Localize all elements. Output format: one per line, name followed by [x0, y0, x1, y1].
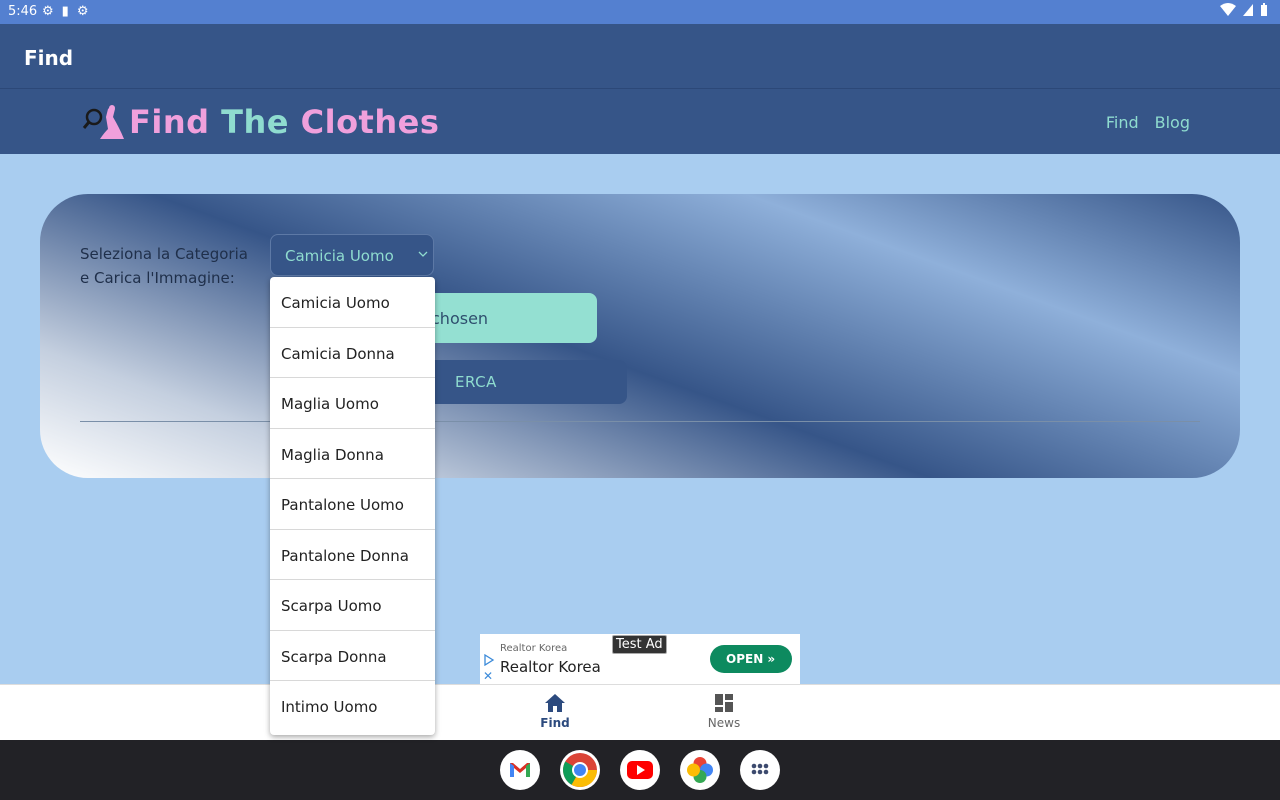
app-bar: Find — [0, 24, 1280, 88]
signal-icon — [1243, 4, 1253, 16]
home-icon — [545, 694, 565, 712]
dropdown-option[interactable]: Pantalone Uomo — [270, 479, 435, 530]
logo-word-clothes: Clothes — [300, 103, 440, 141]
app-drawer-icon[interactable] — [740, 750, 780, 790]
status-icons-right — [1220, 3, 1268, 17]
dropdown-option[interactable]: Intimo Uomo — [270, 681, 435, 732]
ad-open-button[interactable]: OPEN » — [710, 645, 792, 673]
search-card: Seleziona la Categoria e Carica l'Immagi… — [40, 194, 1240, 478]
settings-gear-icon: ⚙ — [76, 4, 89, 19]
status-icons-left: ⚙ ▮ ⚙ — [42, 4, 88, 19]
taskbar — [0, 740, 1280, 800]
site-header: Find The Clothes Find Blog — [0, 88, 1280, 154]
sd-card-icon: ▮ — [61, 4, 69, 19]
status-bar: 5:46 ⚙ ▮ ⚙ — [0, 0, 1280, 24]
category-dropdown: Camicia Uomo Camicia Donna Maglia Uomo M… — [270, 277, 435, 735]
category-label-line1: Seleziona la Categoria — [80, 245, 248, 263]
logo-word-find: Find — [129, 103, 210, 141]
category-select-value: Camicia Uomo — [285, 247, 394, 265]
category-label-line2: e Carica l'Immagine: — [80, 269, 235, 287]
nav-link-find[interactable]: Find — [1106, 113, 1139, 132]
bottom-nav-news-label: News — [707, 716, 741, 730]
logo-word-the: The — [221, 103, 289, 141]
wifi-icon — [1220, 3, 1236, 16]
photos-icon[interactable] — [680, 750, 720, 790]
ad-banner[interactable]: ✕ Realtor Korea Realtor Korea Test Ad OP… — [480, 634, 800, 684]
site-nav: Find Blog — [1106, 113, 1190, 132]
search-button-text: ERCA — [455, 373, 497, 391]
dropdown-option[interactable]: Maglia Donna — [270, 429, 435, 479]
dashboard-icon — [715, 694, 733, 712]
ad-open-label: OPEN » — [726, 652, 776, 666]
nav-link-blog[interactable]: Blog — [1155, 113, 1190, 132]
bottom-nav-find-label: Find — [540, 716, 570, 730]
dropdown-option[interactable]: Pantalone Donna — [270, 530, 435, 580]
gmail-icon[interactable] — [500, 750, 540, 790]
youtube-icon[interactable] — [620, 750, 660, 790]
ad-headline: Realtor Korea — [500, 658, 601, 676]
bottom-nav-news[interactable]: News — [684, 693, 764, 730]
dropdown-option[interactable]: Maglia Uomo — [270, 378, 435, 429]
settings-gear-icon: ⚙ — [42, 4, 54, 19]
app-bar-title: Find — [24, 46, 74, 70]
battery-icon — [1261, 3, 1267, 16]
dropdown-option[interactable]: Scarpa Uomo — [270, 580, 435, 631]
logo-text[interactable]: Find The Clothes — [129, 103, 439, 141]
dropdown-option[interactable]: Scarpa Donna — [270, 631, 435, 681]
dropdown-option[interactable]: Camicia Donna — [270, 328, 435, 378]
status-time: 5:46 — [8, 4, 38, 19]
card-divider — [80, 421, 1200, 422]
chrome-icon[interactable] — [560, 750, 600, 790]
bottom-nav-find[interactable]: Find — [515, 693, 595, 730]
logo-magnifier-dress-icon — [82, 105, 124, 139]
ad-choices-icon[interactable] — [483, 654, 495, 666]
ad-close-icon[interactable]: ✕ — [483, 669, 493, 683]
category-select[interactable]: Camicia Uomo — [270, 234, 434, 276]
chevron-down-icon — [418, 251, 428, 257]
bottom-nav: Find News — [0, 684, 1280, 741]
ad-test-badge: Test Ad — [612, 635, 667, 654]
file-chooser-text: chosen — [431, 309, 489, 328]
ad-advertiser: Realtor Korea — [500, 643, 568, 654]
dropdown-option[interactable]: Camicia Uomo — [270, 277, 435, 328]
category-label: Seleziona la Categoria e Carica l'Immagi… — [80, 242, 248, 290]
